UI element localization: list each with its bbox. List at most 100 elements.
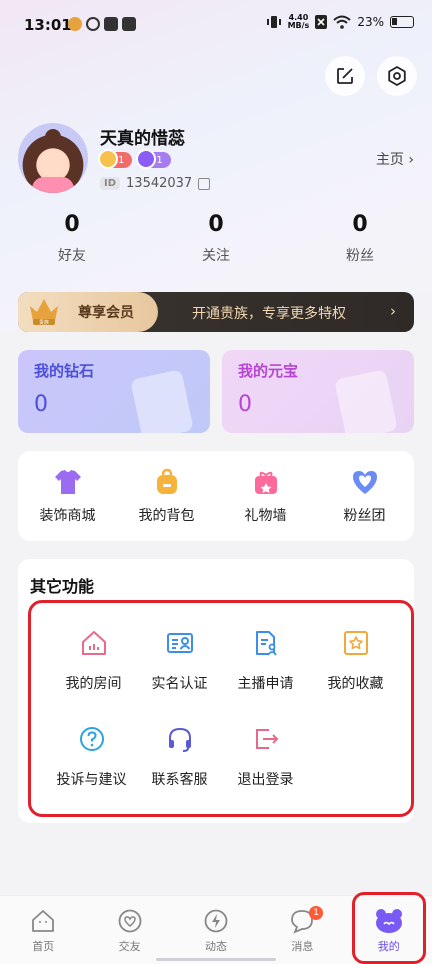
logout-button[interactable]: 退出登录 [216,725,315,789]
mail-icon [104,17,118,31]
my-favorites-button[interactable]: 我的收藏 [306,629,405,693]
stat-fans[interactable]: 0 粉丝 [288,212,432,265]
stat-friends[interactable]: 0 好友 [0,212,144,265]
charm-level-value: 1 [156,154,163,166]
battery-icon [390,16,414,28]
vip-badge-text: 贵族 [39,319,49,326]
nav-mine[interactable]: 我的 [346,896,432,964]
user-id: 13542037 [126,176,193,191]
battery-percent: 23% [357,15,384,29]
user-id-row: ID 13542037 [100,176,211,191]
backpack-button[interactable]: 我的背包 [117,451,216,541]
charm-level-badge: 1 [136,149,171,169]
question-circle-icon [79,727,104,751]
gift-wall-button[interactable]: 礼物墙 [216,451,315,541]
ingot-wallet-card[interactable]: 我的元宝 0 [222,350,414,433]
edit-profile-button[interactable] [325,56,365,96]
stat-following[interactable]: 0 关注 [144,212,288,265]
stats-row: 0 好友 0 关注 0 粉丝 [0,212,432,265]
network-speed: 4.40 MB/s [288,14,310,30]
copy-icon[interactable] [198,177,211,190]
message-badge: 1 [309,906,324,920]
decoration-shop-button[interactable]: 装饰商城 [18,451,117,541]
stat-label: 粉丝 [346,248,374,264]
nav-home[interactable]: 首页 [0,896,86,964]
wifi-icon [333,15,351,29]
gift-icon [254,471,277,494]
quick-functions: 装饰商城 我的背包 礼物墙 粉丝团 [18,451,414,541]
vip-label: 尊享会员 [78,305,134,321]
function-label: 主播申请 [237,676,294,692]
wealth-level-badge: 1 [98,149,133,169]
avatar[interactable] [18,123,88,193]
avatar-face [40,151,66,177]
homepage-link[interactable]: 主页 › [376,149,414,169]
sim-icon [315,15,328,29]
quick-label: 装饰商城 [39,508,96,524]
status-time: 13:01 [24,16,72,34]
diamond-title: 我的钻石 [34,362,95,380]
vip-badge-area: 贵族 尊享会员 [18,292,158,332]
stat-label: 关注 [202,248,230,264]
stat-value: 0 [352,212,368,237]
profile-mascot-icon [375,909,402,933]
star-box-icon [343,631,368,655]
ring-icon [86,17,100,31]
chevron-right-icon: › [408,152,414,168]
shirt-icon [54,470,81,494]
ingot-value: 0 [238,392,252,417]
diamond-wallet-card[interactable]: 我的钻石 0 [18,350,210,433]
network-speed-unit: MB/s [287,21,310,30]
document-user-icon [255,631,277,656]
nav-label: 动态 [204,940,227,953]
anchor-application-button[interactable]: 主播申请 [216,629,315,693]
nav-messages[interactable]: 1 消息 [259,896,345,964]
edit-icon [337,68,353,84]
logout-icon [255,729,278,749]
settings-button[interactable] [377,56,417,96]
id-tag: ID [100,177,121,190]
lightning-icon [204,909,228,933]
nickname: 天真的惜蕊 [100,129,185,149]
quick-label: 礼物墙 [244,508,287,524]
nav-moments[interactable]: 动态 [173,896,259,964]
wealth-icon [98,149,118,169]
vip-promo-text: 开通贵族，专享更多特权 [192,306,346,322]
nav-label: 我的 [377,940,400,953]
chevron-right-icon: › [390,302,396,320]
homepage-label: 主页 [375,152,404,168]
heart-badge-icon [352,471,377,494]
tiktok-icon [122,17,136,31]
nav-label: 交友 [118,940,141,953]
status-bar: 13:01 4.40 MB/s 23% [0,0,432,48]
notification-icons [68,17,136,31]
nav-friends[interactable]: 交友 [86,896,172,964]
function-label: 实名认证 [151,676,208,692]
home-indicator [156,958,276,961]
status-right: 4.40 MB/s 23% [266,14,414,30]
charm-icon [136,149,157,169]
ingot-title: 我的元宝 [238,362,299,380]
my-room-button[interactable]: 我的房间 [44,629,143,693]
stat-value: 0 [208,212,224,237]
ingot-card-icon [334,369,398,433]
customer-service-button[interactable]: 联系客服 [130,725,229,789]
fan-club-button[interactable]: 粉丝团 [315,451,414,541]
function-label: 投诉与建议 [56,772,127,788]
house-icon [81,631,106,655]
level-badges: 1 1 [98,149,171,169]
id-card-icon [166,633,193,653]
nav-label: 消息 [291,940,314,953]
function-label: 我的房间 [65,676,122,692]
diamond-card-icon [130,369,194,433]
crown-icon: 贵族 [30,299,58,326]
bottom-nav: 首页 交友 动态 1 消息 我的 [0,895,432,964]
verification-button[interactable]: 实名认证 [130,629,229,693]
wealth-level-value: 1 [118,154,125,166]
function-label: 联系客服 [151,772,208,788]
avatar-hair [45,129,61,145]
other-functions-card: 其它功能 我的房间 实名认证 主播申请 我的收藏 投诉与建议 联系客服 退出登录 [18,559,414,823]
stat-label: 好友 [58,248,86,264]
feedback-button[interactable]: 投诉与建议 [42,725,141,789]
vip-banner[interactable]: 贵族 尊享会员 开通贵族，专享更多特权 › [18,292,414,332]
